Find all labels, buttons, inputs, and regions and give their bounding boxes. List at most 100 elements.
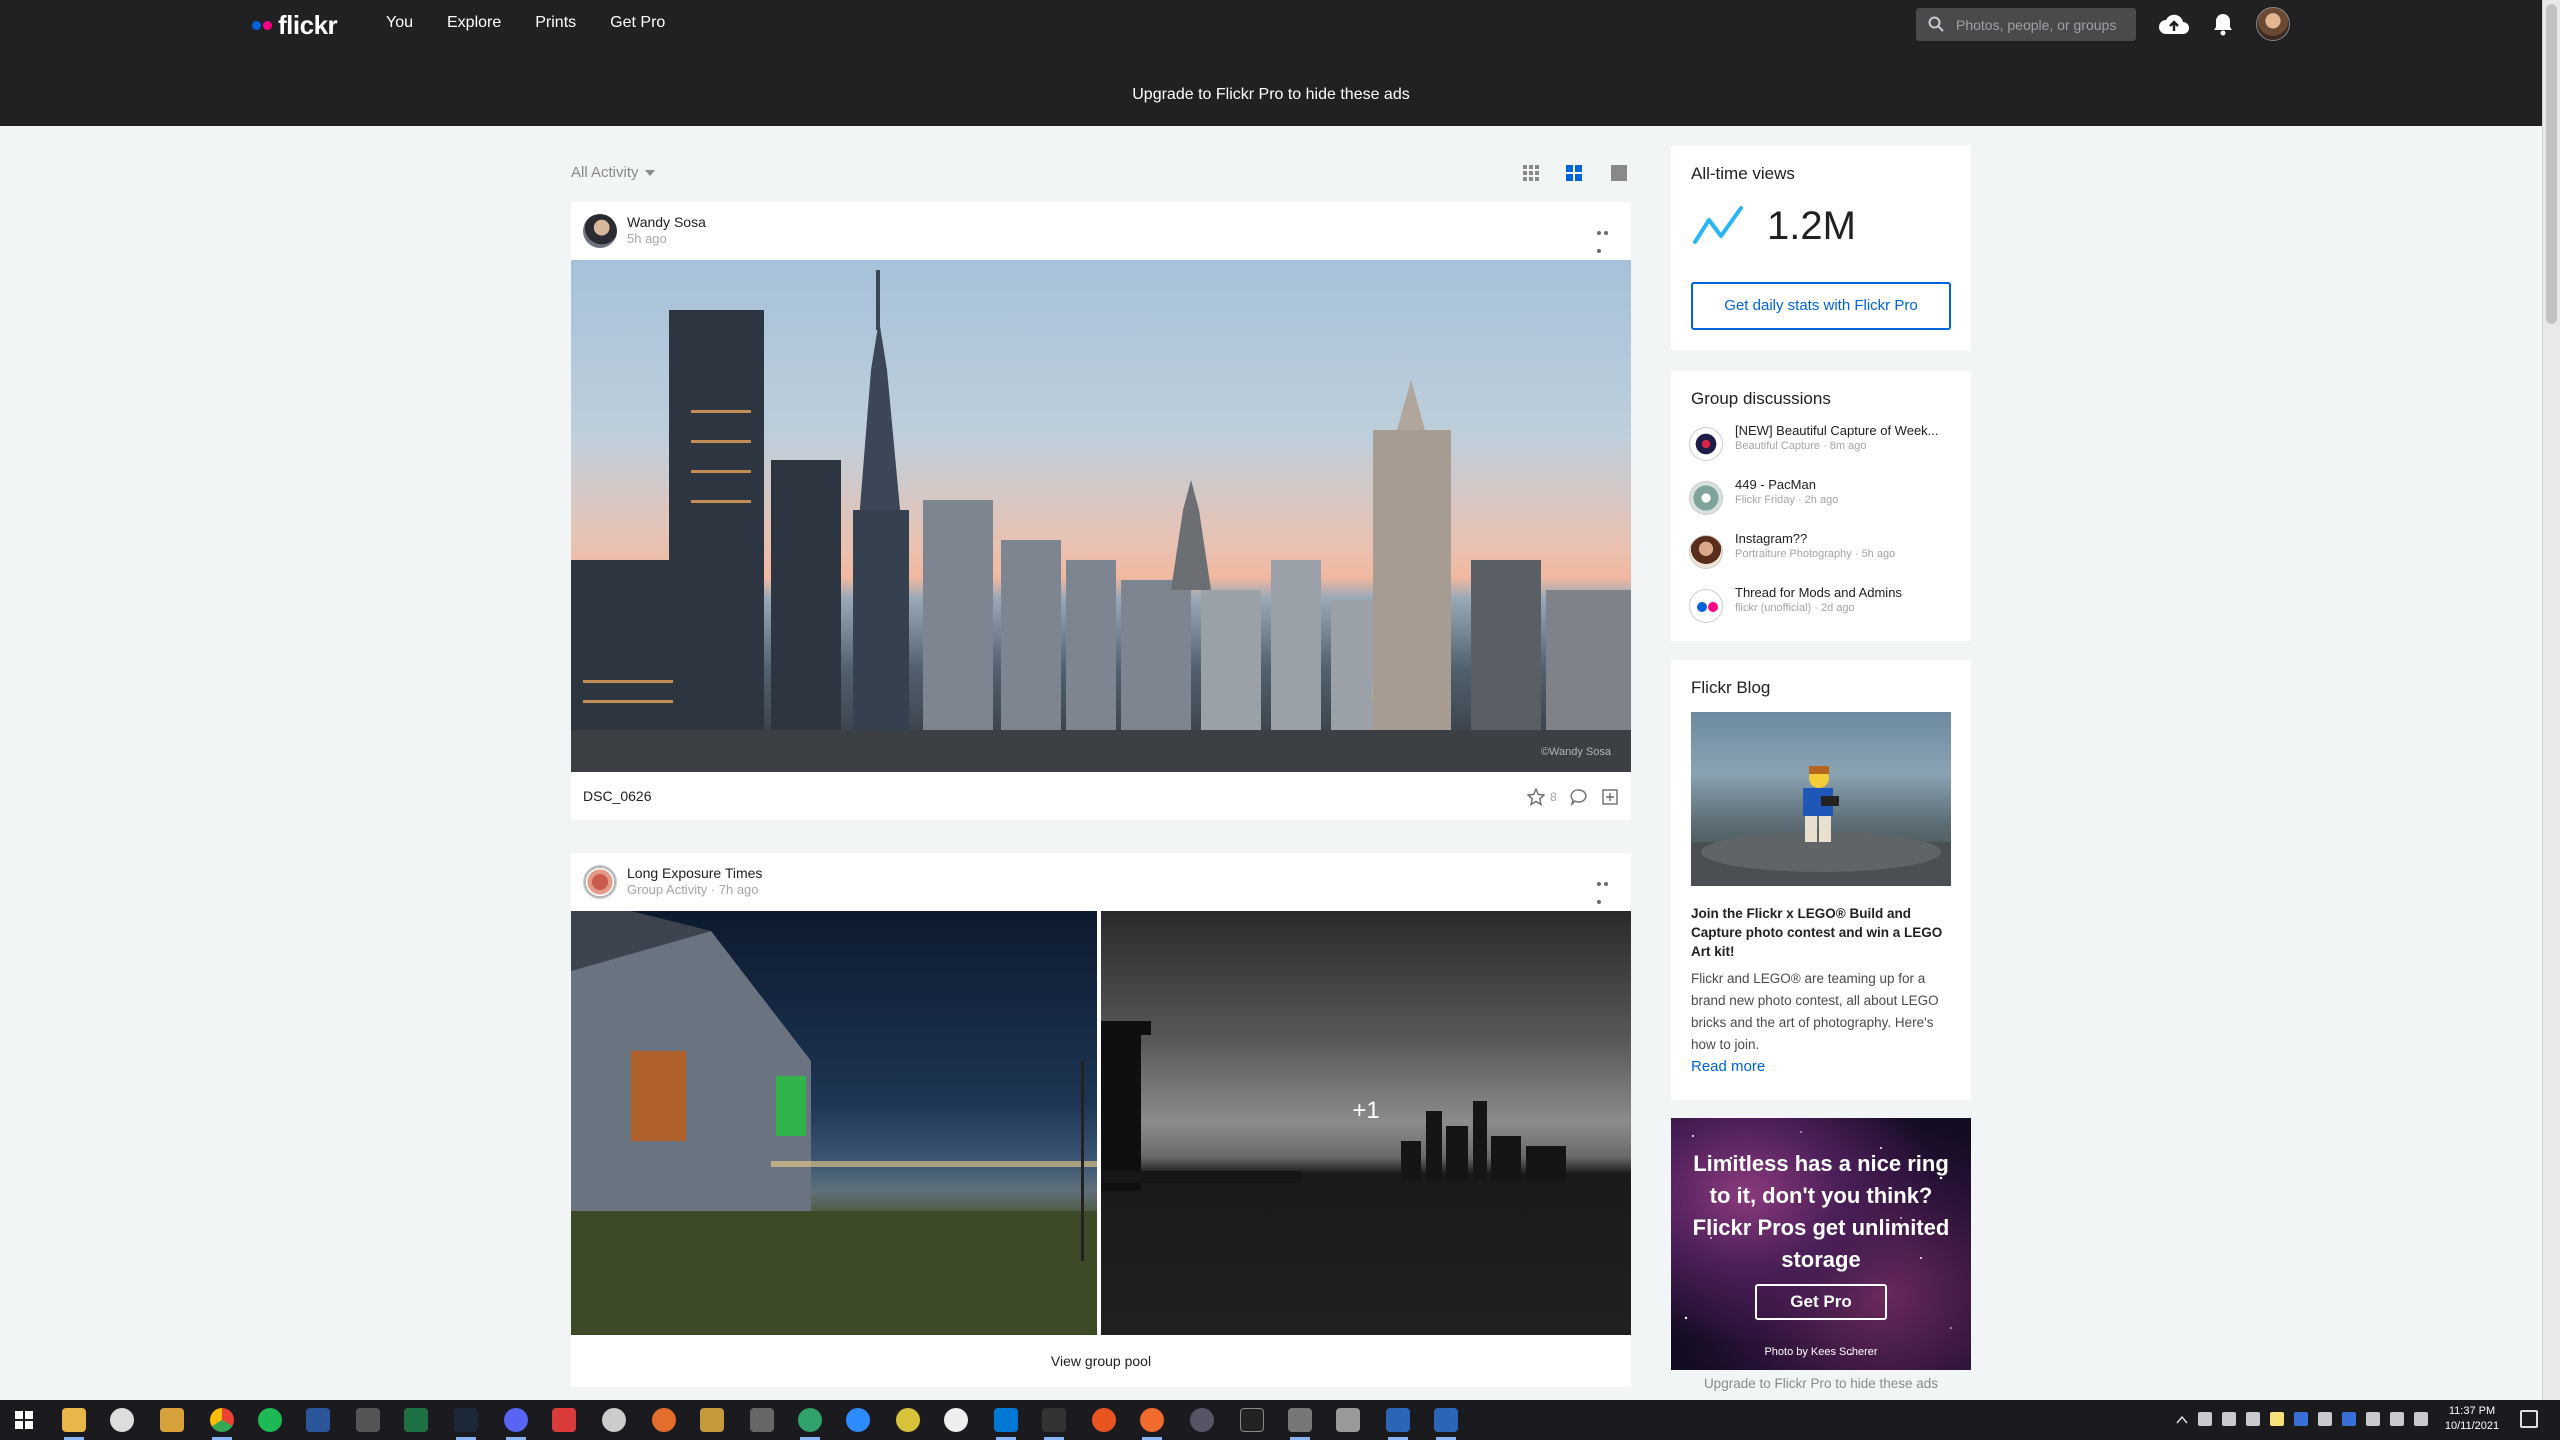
- stats-chart-icon: [1693, 206, 1743, 244]
- spotify-icon[interactable]: [258, 1408, 282, 1432]
- group-photo[interactable]: +1: [1101, 911, 1631, 1335]
- ad-headline: Limitless has a nice ring to it, don't y…: [1692, 1151, 1950, 1272]
- folder-icon[interactable]: [160, 1408, 184, 1432]
- star-favorite-icon[interactable]: [1527, 788, 1545, 806]
- clock-time: 11:37 PM: [2448, 1405, 2496, 1417]
- tray-icon[interactable]: [2270, 1412, 2284, 1426]
- upload-cloud-icon[interactable]: [2158, 10, 2190, 38]
- nav-explore[interactable]: Explore: [447, 14, 501, 32]
- user-avatar[interactable]: [2256, 7, 2290, 41]
- file-explorer-icon[interactable]: [62, 1408, 86, 1440]
- discussion-title: [NEW] Beautiful Capture of Week...: [1735, 423, 1939, 438]
- film-icon[interactable]: [356, 1408, 380, 1432]
- more-options-icon[interactable]: [1597, 873, 1617, 904]
- author-name[interactable]: Wandy Sosa: [627, 214, 706, 230]
- group-icon: [1689, 535, 1723, 569]
- app-icon[interactable]: [750, 1408, 774, 1432]
- large-view-icon[interactable]: [1610, 164, 1628, 182]
- nav-you[interactable]: You: [386, 14, 413, 32]
- app-icon[interactable]: [1140, 1408, 1164, 1440]
- notifications-icon[interactable]: [2520, 1410, 2538, 1428]
- upgrade-ad-banner[interactable]: Upgrade to Flickr Pro to hide these ads: [0, 86, 2542, 104]
- app-icon[interactable]: [1336, 1408, 1360, 1432]
- zoom-icon[interactable]: [846, 1408, 870, 1432]
- add-to-gallery-icon[interactable]: [1601, 788, 1619, 806]
- tray-icon[interactable]: [2222, 1412, 2236, 1426]
- view-group-pool-link[interactable]: View group pool: [571, 1335, 1631, 1387]
- vscode-icon[interactable]: [994, 1408, 1018, 1440]
- logo-blue-dot: [252, 20, 261, 30]
- daily-stats-button[interactable]: Get daily stats with Flickr Pro: [1691, 282, 1951, 330]
- grid-view-icon[interactable]: [1522, 164, 1540, 182]
- favorite-count: 8: [1550, 790, 1557, 804]
- app-icon[interactable]: [1288, 1408, 1312, 1440]
- more-options-icon[interactable]: [1597, 222, 1617, 253]
- comment-icon[interactable]: [1570, 788, 1588, 806]
- app-icon[interactable]: [1386, 1408, 1410, 1440]
- tray-icon[interactable]: [2294, 1412, 2308, 1426]
- get-pro-button[interactable]: Get Pro: [1755, 1284, 1887, 1320]
- app-icon[interactable]: [700, 1408, 724, 1432]
- activity-filter-dropdown[interactable]: All Activity: [571, 164, 655, 181]
- keyboard-icon[interactable]: [2414, 1412, 2428, 1426]
- tray-icon[interactable]: [2198, 1412, 2212, 1426]
- group-avatar[interactable]: [583, 865, 617, 899]
- app-icon[interactable]: [798, 1408, 822, 1440]
- group-name[interactable]: Long Exposure Times: [627, 865, 762, 881]
- pdf-icon[interactable]: [552, 1408, 576, 1432]
- author-avatar[interactable]: [583, 214, 617, 248]
- chevron-up-icon[interactable]: [2176, 1415, 2188, 1425]
- upgrade-ad-footer-link[interactable]: Upgrade to Flickr Pro to hide these ads: [1671, 1376, 1971, 1391]
- word-icon[interactable]: [306, 1408, 330, 1432]
- group-icon: [1689, 481, 1723, 515]
- post-footer: DSC_0626 8: [571, 772, 1631, 820]
- app-icon[interactable]: [1190, 1408, 1214, 1432]
- nav-get-pro[interactable]: Get Pro: [610, 14, 665, 32]
- blog-headline[interactable]: Join the Flickr x LEGO® Build and Captur…: [1691, 904, 1953, 961]
- photo-title[interactable]: DSC_0626: [583, 788, 652, 804]
- steam-icon[interactable]: [454, 1408, 478, 1440]
- tray-icon[interactable]: [2342, 1412, 2356, 1426]
- tray-icon[interactable]: [2318, 1412, 2332, 1426]
- tray-icon[interactable]: [2246, 1412, 2260, 1426]
- app-icon[interactable]: [944, 1408, 968, 1432]
- app-icon[interactable]: [652, 1408, 676, 1432]
- group-photo[interactable]: [571, 911, 1097, 1335]
- wifi-icon[interactable]: [2366, 1412, 2380, 1426]
- discord-icon[interactable]: [504, 1408, 528, 1440]
- post-header: Long Exposure Times Group Activity · 7h …: [571, 853, 1631, 911]
- excel-icon[interactable]: [404, 1408, 428, 1432]
- post-time: 5h ago: [627, 231, 667, 246]
- taskbar-clock[interactable]: 11:37 PM 10/11/2021: [2440, 1404, 2504, 1434]
- nav-prints[interactable]: Prints: [535, 14, 576, 32]
- medium-view-icon[interactable]: [1565, 164, 1583, 182]
- app-icon[interactable]: [1434, 1408, 1458, 1440]
- page-scrollbar[interactable]: [2542, 0, 2560, 1400]
- abandoned-house-image: [571, 911, 1097, 1335]
- app-icon[interactable]: [602, 1408, 626, 1432]
- more-photos-count[interactable]: +1: [1101, 1097, 1631, 1125]
- post-photo[interactable]: ©Wandy Sosa: [571, 260, 1631, 772]
- group-discussion-item[interactable]: Instagram?? Portraiture Photography · 5h…: [1689, 531, 1959, 573]
- ubuntu-icon[interactable]: [1092, 1408, 1116, 1432]
- flickr-logo[interactable]: flickr: [252, 10, 338, 40]
- search-input[interactable]: Photos, people, or groups: [1916, 8, 2136, 41]
- scrollbar-thumb[interactable]: [2546, 4, 2557, 324]
- blog-post-image[interactable]: [1691, 712, 1951, 886]
- read-more-link[interactable]: Read more: [1691, 1058, 1765, 1075]
- windows-start-icon[interactable]: [12, 1408, 36, 1432]
- app-icon[interactable]: [1240, 1408, 1264, 1432]
- flickr-pro-ad[interactable]: Limitless has a nice ring to it, don't y…: [1671, 1118, 1971, 1370]
- group-discussion-item[interactable]: 449 - PacMan Flickr Friday · 2h ago: [1689, 477, 1959, 519]
- flickr-blog-widget: Flickr Blog Join the Flickr x LEGO® Buil…: [1671, 660, 1971, 1100]
- terminal-icon[interactable]: [1042, 1408, 1066, 1440]
- group-discussion-item[interactable]: Thread for Mods and Admins flickr (unoff…: [1689, 585, 1959, 627]
- chrome-icon[interactable]: [210, 1408, 234, 1440]
- bell-icon[interactable]: [2212, 12, 2234, 36]
- app-icon[interactable]: [110, 1408, 134, 1432]
- city-skyline-image: [571, 270, 1631, 772]
- group-discussion-item[interactable]: [NEW] Beautiful Capture of Week... Beaut…: [1689, 423, 1959, 465]
- volume-icon[interactable]: [2390, 1412, 2404, 1426]
- app-icon[interactable]: [896, 1408, 920, 1432]
- widget-title: All-time views: [1691, 164, 1795, 183]
